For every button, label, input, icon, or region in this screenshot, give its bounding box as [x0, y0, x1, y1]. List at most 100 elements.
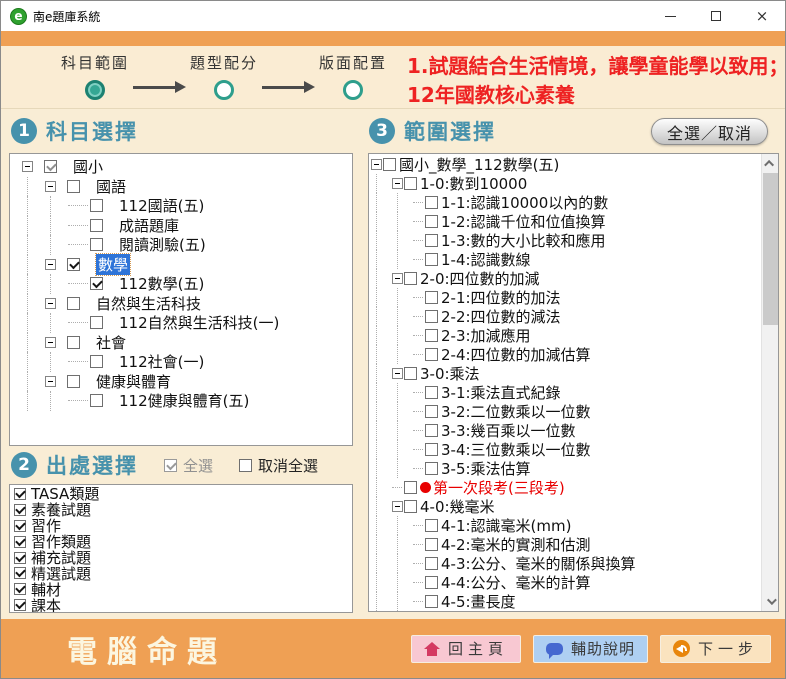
tree-node[interactable]: 4-5:畫長度	[369, 592, 761, 611]
tree-node[interactable]: 1-3:數的大小比較和應用	[369, 231, 761, 250]
tree-label[interactable]: 1-4:認識數線	[441, 249, 531, 270]
tree-label[interactable]: 國小_數學_112數學(五)	[399, 155, 559, 175]
checkbox[interactable]	[425, 253, 438, 266]
tree-label[interactable]: 2-1:四位數的加法	[441, 287, 561, 308]
checkbox[interactable]	[404, 481, 417, 494]
checkbox[interactable]	[404, 367, 417, 380]
tree-label[interactable]: 數學	[96, 254, 130, 275]
list-item[interactable]: 課本	[10, 597, 352, 613]
checkbox[interactable]	[44, 160, 57, 173]
tree-label[interactable]: 1-2:認識千位和位值換算	[441, 211, 606, 232]
tree-node[interactable]: 112數學(五)	[10, 274, 352, 294]
tree-node[interactable]: 國小_數學_112數學(五)	[369, 155, 761, 174]
checkbox[interactable]	[425, 557, 438, 570]
tree-node[interactable]: 1-1:認識10000以內的數	[369, 193, 761, 212]
tree-label[interactable]: 112健康與體育(五)	[119, 390, 249, 411]
checkbox[interactable]	[425, 424, 438, 437]
tree-node[interactable]: 4-4:公分、毫米的計算	[369, 573, 761, 592]
checkbox[interactable]	[14, 488, 26, 500]
checkbox[interactable]	[425, 405, 438, 418]
tree-node[interactable]: 112健康與體育(五)	[10, 391, 352, 411]
checkbox[interactable]	[425, 576, 438, 589]
tree-label[interactable]: 4-0:幾毫米	[420, 496, 495, 517]
checkbox[interactable]	[67, 375, 80, 388]
checkbox[interactable]	[90, 316, 103, 329]
expander-icon[interactable]	[45, 337, 56, 348]
tree-node[interactable]: 3-1:乘法直式紀錄	[369, 383, 761, 402]
tree-label[interactable]: 國語	[96, 176, 126, 197]
tree-node[interactable]: 2-4:四位數的加減估算	[369, 345, 761, 364]
tree-node[interactable]: 健康與體育	[10, 372, 352, 392]
scroll-down-button[interactable]	[762, 593, 779, 610]
tree-node[interactable]: 4-2:毫米的實測和估測	[369, 535, 761, 554]
checkbox[interactable]	[425, 462, 438, 475]
tree-node[interactable]: 3-4:三位數乘以一位數	[369, 440, 761, 459]
tree-node[interactable]: 4-3:公分、毫米的關係與換算	[369, 554, 761, 573]
tree-label[interactable]: 3-3:幾百乘以一位數	[441, 420, 576, 441]
maximize-button[interactable]	[693, 1, 739, 31]
tree-label[interactable]: 112社會(一)	[119, 351, 204, 372]
checkbox[interactable]	[14, 552, 26, 564]
tree-node[interactable]: 第一次段考(三段考)	[369, 478, 761, 497]
tree-node[interactable]: 3-3:幾百乘以一位數	[369, 421, 761, 440]
checkbox[interactable]	[14, 583, 26, 595]
tree-label[interactable]: 成語題庫	[119, 215, 179, 236]
tree-node[interactable]: 數學	[10, 255, 352, 275]
tree-node[interactable]: 國小	[10, 157, 352, 177]
checkbox[interactable]	[90, 238, 103, 251]
tree-node[interactable]: 4-0:幾毫米	[369, 497, 761, 516]
checkbox[interactable]	[90, 277, 103, 290]
tree-node[interactable]: 2-2:四位數的減法	[369, 307, 761, 326]
tree-node[interactable]: 3-0:乘法	[369, 364, 761, 383]
checkbox[interactable]	[67, 297, 80, 310]
checkbox[interactable]	[425, 519, 438, 532]
tree-label[interactable]: 閱讀測驗(五)	[119, 234, 206, 255]
checkbox[interactable]	[425, 196, 438, 209]
tree-node[interactable]: 1-4:認識數線	[369, 250, 761, 269]
expander-icon[interactable]	[392, 273, 403, 284]
checkbox[interactable]	[14, 504, 26, 516]
tree-label[interactable]: 4-1:認識毫米(mm)	[441, 515, 571, 536]
checkbox[interactable]	[90, 219, 103, 232]
tree-node[interactable]: 112國語(五)	[10, 196, 352, 216]
tree-node[interactable]: 閱讀測驗(五)	[10, 235, 352, 255]
range-tree[interactable]: 國小_數學_112數學(五)1-0:數到100001-1:認識10000以內的數…	[369, 155, 761, 611]
checkbox[interactable]	[90, 199, 103, 212]
tree-node[interactable]: 3-2:二位數乘以一位數	[369, 402, 761, 421]
checkbox[interactable]	[90, 355, 103, 368]
tree-label[interactable]: 1-0:數到10000	[420, 173, 527, 194]
checkbox[interactable]	[404, 500, 417, 513]
list-item[interactable]: 精選試題	[10, 565, 352, 581]
home-button[interactable]: 回主頁	[411, 635, 521, 663]
tree-label[interactable]: 第一次段考(三段考)	[433, 477, 565, 498]
checkbox[interactable]	[425, 215, 438, 228]
tree-label[interactable]: 健康與體育	[96, 371, 171, 392]
tree-label[interactable]: 4-5:畫長度	[441, 591, 516, 611]
tree-label[interactable]: 3-4:三位數乘以一位數	[441, 439, 591, 460]
checkbox[interactable]	[90, 394, 103, 407]
tree-label[interactable]: 2-2:四位數的減法	[441, 306, 561, 327]
select-all-option[interactable]: 全選	[164, 455, 213, 476]
tree-node[interactable]: 2-0:四位數的加減	[369, 269, 761, 288]
tree-node[interactable]: 2-3:加減應用	[369, 326, 761, 345]
tree-node[interactable]: 112自然與生活科技(一)	[10, 313, 352, 333]
deselect-all-option[interactable]: 取消全選	[239, 455, 318, 476]
tree-label[interactable]: 4-3:公分、毫米的關係與換算	[441, 553, 636, 574]
expander-icon[interactable]	[22, 161, 33, 172]
expander-icon[interactable]	[45, 376, 56, 387]
tree-node[interactable]: 3-5:乘法估算	[369, 459, 761, 478]
checkbox[interactable]	[425, 234, 438, 247]
expander-icon[interactable]	[392, 501, 403, 512]
checkbox[interactable]	[14, 536, 26, 548]
select-all-toggle-button[interactable]: 全選／取消	[651, 118, 768, 145]
checkbox[interactable]	[383, 158, 396, 171]
checkbox[interactable]	[425, 329, 438, 342]
checkbox[interactable]	[404, 272, 417, 285]
tree-label[interactable]: 3-2:二位數乘以一位數	[441, 401, 591, 422]
tree-label[interactable]: 112自然與生活科技(一)	[119, 312, 279, 333]
checkbox[interactable]	[425, 291, 438, 304]
checkbox[interactable]	[67, 336, 80, 349]
tree-label[interactable]: 3-0:乘法	[420, 363, 480, 384]
expander-icon[interactable]	[392, 368, 403, 379]
tree-node[interactable]: 國語	[10, 177, 352, 197]
